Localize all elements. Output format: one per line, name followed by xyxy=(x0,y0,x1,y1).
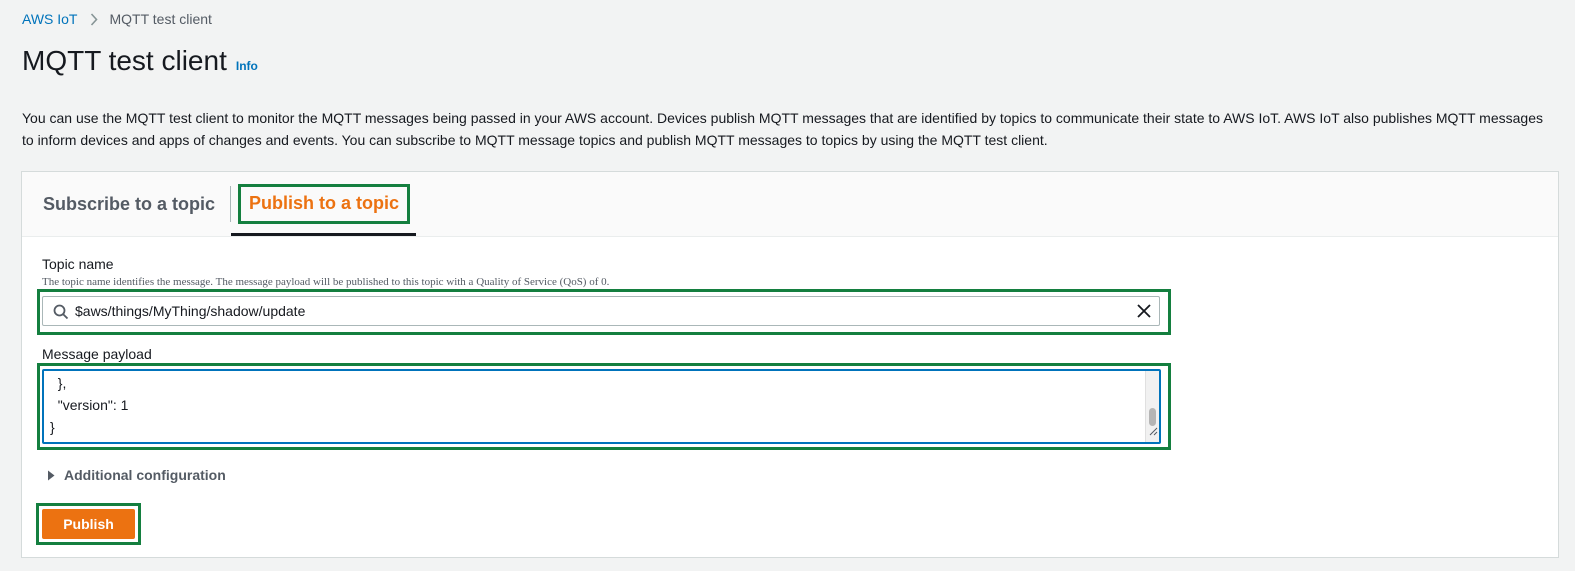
tab-publish-label: Publish to a topic xyxy=(238,184,411,224)
close-icon[interactable] xyxy=(1136,303,1152,324)
resize-handle-icon[interactable] xyxy=(1148,423,1158,441)
chevron-right-icon xyxy=(90,12,98,26)
mqtt-client-panel: Subscribe to a topic Publish to a topic … xyxy=(21,171,1559,558)
breadcrumb-aws-iot-link[interactable]: AWS IoT xyxy=(22,11,78,27)
breadcrumb: AWS IoT MQTT test client xyxy=(22,11,212,27)
tab-bar: Subscribe to a topic Publish to a topic xyxy=(22,172,1558,237)
page-description: You can use the MQTT test client to moni… xyxy=(22,110,1543,148)
page-header: MQTT test client Info xyxy=(22,45,258,77)
tab-divider xyxy=(230,186,231,222)
search-icon xyxy=(53,304,69,325)
additional-configuration-toggle[interactable]: Additional configuration xyxy=(47,467,226,483)
topic-name-description: The topic name identifies the message. T… xyxy=(42,276,610,288)
caret-right-icon xyxy=(47,470,55,481)
tab-publish-to-topic[interactable]: Publish to a topic xyxy=(238,172,411,236)
info-link[interactable]: Info xyxy=(236,59,258,73)
page-title: MQTT test client xyxy=(22,45,227,76)
message-payload-label: Message payload xyxy=(42,346,152,362)
breadcrumb-current: MQTT test client xyxy=(109,11,212,27)
tab-subscribe-to-topic[interactable]: Subscribe to a topic xyxy=(43,172,215,236)
topic-name-field[interactable] xyxy=(42,296,1160,326)
topic-name-input[interactable] xyxy=(75,299,1115,323)
publish-button[interactable]: Publish xyxy=(42,509,135,539)
additional-configuration-label: Additional configuration xyxy=(64,467,226,483)
topic-name-label: Topic name xyxy=(42,256,114,272)
active-tab-indicator xyxy=(231,233,416,236)
message-payload-textarea[interactable]: }, "version": 1 } xyxy=(42,369,1161,444)
payload-text: }, "version": 1 } xyxy=(50,375,129,435)
